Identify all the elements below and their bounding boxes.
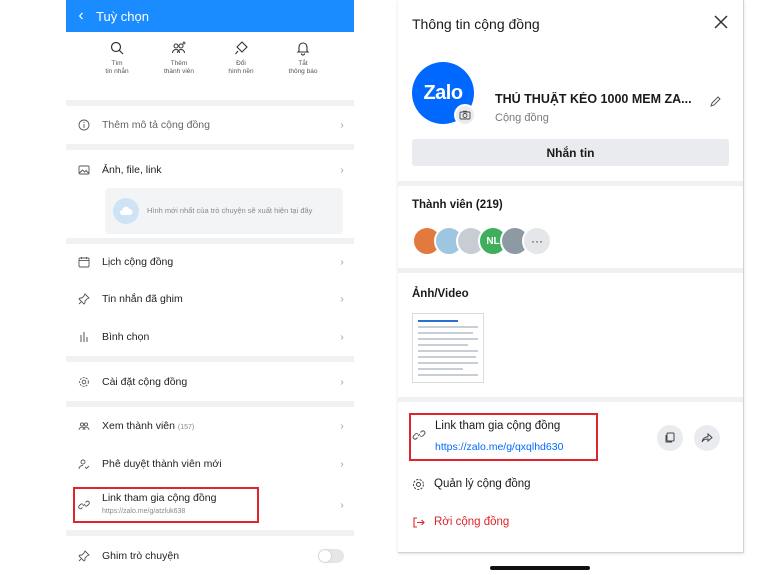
chevron-right-icon: › [340,331,344,343]
quick-action-label: Thêm thành viên [164,60,194,75]
members-header: Thành viên (219) [412,199,503,211]
image-icon [78,165,90,175]
divider [66,238,354,244]
community-type: Cộng đồng [495,112,549,124]
add-description-row[interactable]: Thêm mô tả cộng đồng › [66,109,354,141]
highlight-box [73,487,259,523]
divider [398,268,743,273]
quick-action-label: Tắt thông báo [288,60,318,75]
manage-community-row[interactable]: Quản lý cộng đồng [412,475,531,493]
divider [66,144,354,150]
options-title: Tuỳ chọn [96,8,149,24]
pencil-icon[interactable] [709,94,723,108]
quick-action-change-background[interactable]: Đổi hình nền [211,40,271,90]
more-members-button[interactable]: ··· [522,226,552,256]
add-description-label: Thêm mô tả cộng đồng [102,119,210,131]
member-avatars: NL ··· [412,226,592,258]
pinned-messages-row[interactable]: Tin nhắn đã ghim › [66,283,354,315]
calendar-row[interactable]: Lịch cộng đồng › [66,246,354,278]
manage-community-label: Quản lý cộng đồng [434,478,531,490]
pinned-messages-label: Tin nhắn đã ghim [102,293,183,305]
copy-link-button[interactable] [657,425,683,451]
members-icon [78,422,90,431]
approve-members-label: Phê duyệt thành viên mới [102,458,222,470]
zalo-logo-text: Zalo [423,81,463,104]
members-count: (157) [177,424,195,431]
back-arrow-icon[interactable]: ‹ [66,7,96,25]
pin-chat-toggle[interactable] [318,549,344,563]
divider [398,181,743,186]
chevron-right-icon: › [340,164,344,176]
community-info-panel: Thông tin cộng đồng Zalo THỦ THUẬT KÉO 1… [398,0,744,553]
settings-row[interactable]: Cài đặt cộng đồng › [66,366,354,398]
exit-icon [413,516,425,528]
paint-brush-icon [235,41,248,55]
gear-icon [413,478,424,490]
info-icon [78,119,90,131]
quick-actions: Tìm tin nhắn Thêm thành viên Đổi hình nề… [66,40,354,90]
close-icon[interactable] [711,12,731,32]
bell-icon [296,42,310,56]
quick-action-label: Đổi hình nền [228,60,254,75]
poll-icon [80,332,88,342]
pin-chat-label: Ghim trò chuyện [102,550,180,562]
divider [398,397,743,402]
panel-title: Thông tin cộng đồng [412,16,540,32]
poll-row[interactable]: Bình chọn › [66,321,354,353]
leave-community-label: Rời cộng đồng [434,516,510,528]
chevron-right-icon: › [340,376,344,388]
calendar-label: Lịch cộng đồng [102,256,174,268]
share-link-button[interactable] [694,425,720,451]
chevron-right-icon: › [340,293,344,305]
message-button[interactable]: Nhắn tin [412,139,729,166]
calendar-icon [78,257,90,268]
home-indicator [490,566,590,570]
pin-icon [78,550,90,562]
copy-icon [665,432,675,443]
user-check-icon [78,459,90,470]
view-members-label: Xem thành viên [102,420,175,432]
chevron-right-icon: › [340,119,344,131]
chevron-right-icon: › [340,256,344,268]
divider [66,401,354,407]
camera-icon[interactable] [454,104,476,126]
media-empty-text: Hình mới nhất của trò chuyện sẽ xuất hiệ… [147,206,313,215]
media-thumbnail[interactable] [412,313,484,383]
leave-community-row[interactable]: Rời cộng đồng [412,513,509,531]
media-label: Ảnh, file, link [102,164,162,176]
divider [66,530,354,536]
highlight-box [409,413,598,461]
quick-action-mute[interactable]: Tắt thông báo [273,40,333,90]
pin-chat-row: Ghim trò chuyện [66,540,354,572]
media-header: Ảnh/Video [412,288,469,300]
quick-action-add-member[interactable]: Thêm thành viên [149,40,209,90]
chevron-right-icon: › [340,420,344,432]
share-icon [701,432,713,443]
community-name: THỦ THUẬT KÉO 1000 MEM ZA... [495,92,692,106]
quick-action-label: Tìm tin nhắn [105,60,129,75]
cloud-icon [113,198,139,224]
chevron-right-icon: › [340,458,344,470]
options-header: ‹ Tuỳ chọn [66,0,354,32]
pin-icon [78,293,90,305]
poll-label: Bình chọn [102,331,150,343]
view-members-row[interactable]: Xem thành viên (157) › [66,410,354,442]
quick-action-search[interactable]: Tìm tin nhắn [87,40,147,90]
approve-members-row[interactable]: Phê duyệt thành viên mới › [66,448,354,480]
add-member-icon [172,41,186,54]
gear-icon [79,377,89,387]
settings-label: Cài đặt cộng đồng [102,376,188,388]
divider [66,356,354,362]
chevron-right-icon: › [340,499,344,511]
media-empty-placeholder: Hình mới nhất của trò chuyện sẽ xuất hiệ… [105,188,343,234]
search-icon [110,41,124,55]
media-row[interactable]: Ảnh, file, link › [66,154,354,186]
divider [66,100,354,106]
